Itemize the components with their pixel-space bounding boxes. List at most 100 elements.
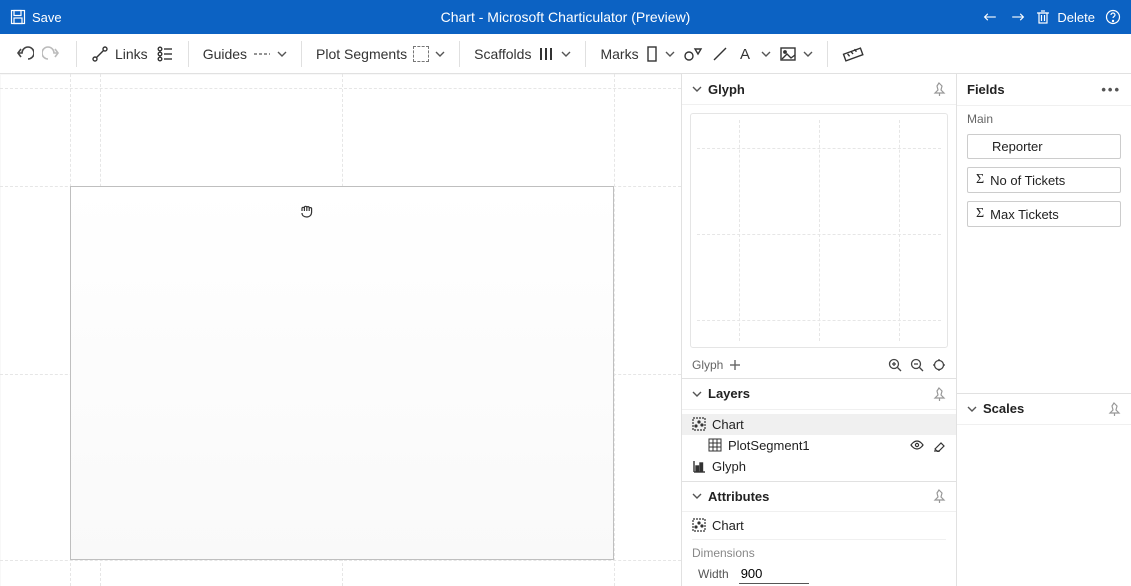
glyph-tab-label[interactable]: Glyph <box>692 358 723 372</box>
mark-line-button[interactable] <box>711 45 729 63</box>
attributes-panel-header: Attributes <box>682 481 956 512</box>
marks-button[interactable]: Marks <box>600 45 674 63</box>
line-icon <box>711 45 729 63</box>
delete-button[interactable]: Delete <box>1035 9 1095 25</box>
layers-panel-header: Layers <box>682 379 956 410</box>
eye-icon[interactable] <box>910 438 924 452</box>
glyph-panel-title: Glyph <box>708 82 745 97</box>
more-icon[interactable]: ••• <box>1101 82 1121 97</box>
app-title: Chart - Microsoft Charticulator (Preview… <box>0 9 1131 25</box>
attributes-chart-label: Chart <box>712 518 744 533</box>
field-reporter[interactable]: Reporter <box>967 134 1121 159</box>
redo-width-icon[interactable] <box>1009 9 1025 25</box>
pin-icon[interactable] <box>932 82 946 96</box>
title-bar: Save Chart - Microsoft Charticulator (Pr… <box>0 0 1131 34</box>
separator <box>585 41 586 67</box>
field-reporter-label: Reporter <box>992 139 1043 154</box>
layer-glyph[interactable]: Glyph <box>682 456 956 477</box>
chart-icon <box>692 417 706 431</box>
attributes-body: Chart Dimensions Width <box>682 512 956 586</box>
symbol-icon <box>683 45 703 63</box>
guides-button[interactable]: Guides <box>203 46 287 62</box>
scaffolds-button[interactable]: Scaffolds <box>474 45 571 63</box>
pin-icon[interactable] <box>932 387 946 401</box>
layer-plotsegment-label: PlotSegment1 <box>728 438 810 453</box>
scaffold-icon <box>537 45 555 63</box>
ruler-button[interactable] <box>842 45 864 63</box>
links-button[interactable]: Links <box>91 45 148 63</box>
separator <box>827 41 828 67</box>
layer-glyph-label: Glyph <box>712 459 746 474</box>
chevron-down-icon <box>435 49 445 59</box>
ruler-icon <box>842 45 864 63</box>
scales-panel-header: Scales <box>957 393 1131 425</box>
text-icon: A <box>737 45 755 63</box>
plot-segments-label: Plot Segments <box>316 46 407 62</box>
pin-icon[interactable] <box>1107 402 1121 416</box>
layer-chart-label: Chart <box>712 417 744 432</box>
fields-group-label: Main <box>957 106 1131 130</box>
chevron-down-icon[interactable] <box>967 404 977 414</box>
zoom-fit-icon[interactable] <box>932 358 946 372</box>
separator <box>301 41 302 67</box>
chevron-down-icon <box>803 49 813 59</box>
chart-icon <box>692 518 706 532</box>
chart-plot-area[interactable] <box>70 186 614 560</box>
separator <box>76 41 77 67</box>
field-no-of-tickets[interactable]: Σ No of Tickets <box>967 167 1121 193</box>
separator <box>188 41 189 67</box>
plot-segments-button[interactable]: Plot Segments <box>316 46 445 62</box>
legend-button[interactable] <box>156 45 174 63</box>
legend-icon <box>156 45 174 63</box>
save-button[interactable]: Save <box>10 9 62 25</box>
field-no-of-tickets-label: No of Tickets <box>990 173 1065 188</box>
mark-text-button[interactable]: A <box>737 45 771 63</box>
save-icon <box>10 9 26 25</box>
bar-icon <box>692 459 706 473</box>
layer-chart[interactable]: Chart <box>682 414 956 435</box>
chevron-down-icon <box>761 49 771 59</box>
links-icon <box>91 45 109 63</box>
chevron-down-icon[interactable] <box>692 389 702 399</box>
mark-image-button[interactable] <box>779 45 813 63</box>
save-label: Save <box>32 10 62 25</box>
links-label: Links <box>115 46 148 62</box>
redo-icon[interactable] <box>42 44 62 64</box>
glyph-panel-header: Glyph <box>682 74 956 105</box>
width-input[interactable] <box>739 564 809 584</box>
plus-icon[interactable] <box>729 359 741 371</box>
mark-symbol-button[interactable] <box>683 45 703 63</box>
undo-icon[interactable] <box>14 44 34 64</box>
guides-label: Guides <box>203 46 247 62</box>
grid-icon <box>708 438 722 452</box>
layers-tree: Chart PlotSegment1 Gly <box>682 410 956 481</box>
chart-canvas[interactable] <box>0 74 681 586</box>
main-area: Glyph Glyph <box>0 74 1131 586</box>
attributes-dimensions-label: Dimensions <box>692 539 946 560</box>
chevron-down-icon[interactable] <box>692 491 702 501</box>
separator <box>459 41 460 67</box>
zoom-in-icon[interactable] <box>888 358 902 372</box>
layer-plotsegment1[interactable]: PlotSegment1 <box>682 435 956 456</box>
right-panels: Glyph Glyph <box>681 74 1131 586</box>
glyph-footer: Glyph <box>682 356 956 379</box>
help-icon[interactable] <box>1105 9 1121 25</box>
attributes-panel-title: Attributes <box>708 489 769 504</box>
chevron-down-icon[interactable] <box>692 84 702 94</box>
sigma-icon: Σ <box>976 172 984 188</box>
trash-icon <box>1035 9 1051 25</box>
svg-text:A: A <box>740 46 750 63</box>
glyph-canvas[interactable] <box>690 113 948 348</box>
region-icon <box>413 46 429 62</box>
undo-width-icon[interactable] <box>983 9 999 25</box>
chevron-down-icon <box>561 49 571 59</box>
zoom-out-icon[interactable] <box>910 358 924 372</box>
scaffolds-label: Scaffolds <box>474 46 531 62</box>
guide-line-icon <box>253 49 271 59</box>
field-max-tickets-label: Max Tickets <box>990 207 1059 222</box>
sigma-icon: Σ <box>976 206 984 222</box>
chevron-down-icon <box>665 49 675 59</box>
field-max-tickets[interactable]: Σ Max Tickets <box>967 201 1121 227</box>
pin-icon[interactable] <box>932 489 946 503</box>
eraser-icon[interactable] <box>932 438 946 452</box>
